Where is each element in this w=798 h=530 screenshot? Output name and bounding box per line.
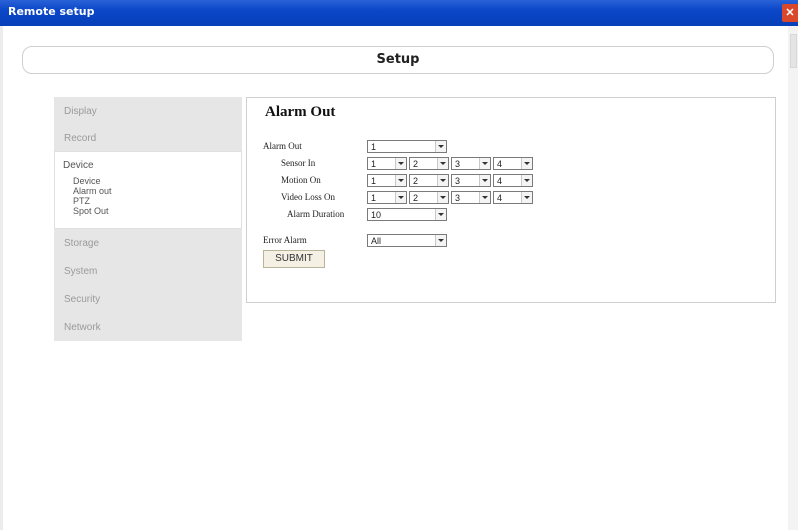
sidebar-item-label: Display [64, 106, 97, 117]
sensor-in-select-3[interactable]: 3 [451, 157, 491, 170]
select-value: 2 [413, 193, 419, 203]
page-title: Setup [376, 52, 420, 67]
alarm-duration-label: Alarm Duration [287, 209, 345, 219]
sensor-in-select-1[interactable]: 1 [367, 157, 407, 170]
sidebar-item-label: Security [64, 294, 101, 305]
sidebar-item-label: Storage [64, 238, 100, 249]
alarm-duration-select[interactable]: 10 [367, 208, 447, 221]
select-value: 4 [497, 193, 503, 203]
sidebar-item-label: System [64, 266, 98, 277]
select-value: 3 [455, 176, 461, 186]
chevron-down-icon [521, 158, 532, 169]
chevron-down-icon [395, 192, 406, 203]
select-value: 1 [371, 159, 377, 169]
select-value: 3 [455, 159, 461, 169]
sidebar-item-device[interactable]: Device Device Alarm out PTZ Spot Out [54, 151, 242, 229]
scrollbar-thumb[interactable] [790, 34, 797, 68]
video-loss-on-label: Video Loss On [281, 192, 335, 202]
chevron-down-icon [479, 192, 490, 203]
sidebar-item-system[interactable]: System [54, 257, 242, 285]
sidebar-subitem-ptz[interactable]: PTZ [73, 197, 90, 206]
error-alarm-select[interactable]: All [367, 234, 447, 247]
submit-button[interactable]: SUBMIT [263, 250, 325, 268]
chevron-down-icon [437, 158, 448, 169]
sidebar-item-label: Record [64, 133, 97, 144]
chevron-down-icon [479, 158, 490, 169]
motion-on-select-2[interactable]: 2 [409, 174, 449, 187]
sidebar-item-security[interactable]: Security [54, 285, 242, 313]
window-title: Remote setup [8, 5, 95, 18]
video-loss-on-select-1[interactable]: 1 [367, 191, 407, 204]
select-value: 4 [497, 159, 503, 169]
alarm-out-label: Alarm Out [263, 141, 302, 151]
chevron-down-icon [395, 158, 406, 169]
sidebar-item-network[interactable]: Network [54, 313, 242, 341]
sidebar-item-label: Device [63, 160, 94, 171]
setup-header: Setup [22, 46, 774, 74]
chevron-down-icon [435, 141, 446, 152]
select-value: 3 [455, 193, 461, 203]
select-value: 1 [371, 176, 377, 186]
sidebar-item-storage[interactable]: Storage [54, 229, 242, 257]
motion-on-select-1[interactable]: 1 [367, 174, 407, 187]
video-loss-on-select-4[interactable]: 4 [493, 191, 533, 204]
sidebar-item-record[interactable]: Record [54, 124, 242, 152]
chevron-down-icon [437, 192, 448, 203]
chevron-down-icon [435, 209, 446, 220]
select-value: 4 [497, 176, 503, 186]
video-loss-on-select-3[interactable]: 3 [451, 191, 491, 204]
motion-on-label: Motion On [281, 175, 321, 185]
alarm-out-value: 1 [371, 142, 377, 152]
sidebar-subitem-alarm-out[interactable]: Alarm out [73, 187, 112, 196]
alarm-out-select[interactable]: 1 [367, 140, 447, 153]
chevron-down-icon [479, 175, 490, 186]
alarm-duration-value: 10 [371, 210, 382, 220]
sensor-in-label: Sensor In [281, 158, 316, 168]
sidebar-subitem-spot-out[interactable]: Spot Out [73, 207, 109, 216]
chevron-down-icon [435, 235, 446, 246]
chevron-down-icon [521, 175, 532, 186]
alarm-out-panel: Alarm Out Alarm Out 1 Sensor In 1 2 3 4 … [246, 97, 776, 303]
sensor-in-select-4[interactable]: 4 [493, 157, 533, 170]
select-value: 1 [371, 193, 377, 203]
sensor-in-select-2[interactable]: 2 [409, 157, 449, 170]
sidebar-subitem-device[interactable]: Device [73, 177, 101, 186]
sidebar-item-label: Network [64, 322, 101, 333]
chevron-down-icon [395, 175, 406, 186]
sidebar-item-display[interactable]: Display [54, 97, 242, 125]
motion-on-select-3[interactable]: 3 [451, 174, 491, 187]
title-bar: Remote setup ✕ [0, 0, 798, 26]
video-loss-on-select-2[interactable]: 2 [409, 191, 449, 204]
panel-title: Alarm Out [265, 104, 336, 120]
select-value: 2 [413, 159, 419, 169]
chevron-down-icon [521, 192, 532, 203]
close-icon[interactable]: ✕ [782, 4, 798, 22]
error-alarm-label: Error Alarm [263, 235, 307, 245]
error-alarm-value: All [371, 236, 382, 246]
motion-on-select-4[interactable]: 4 [493, 174, 533, 187]
chevron-down-icon [437, 175, 448, 186]
select-value: 2 [413, 176, 419, 186]
scrollbar[interactable] [788, 26, 798, 530]
